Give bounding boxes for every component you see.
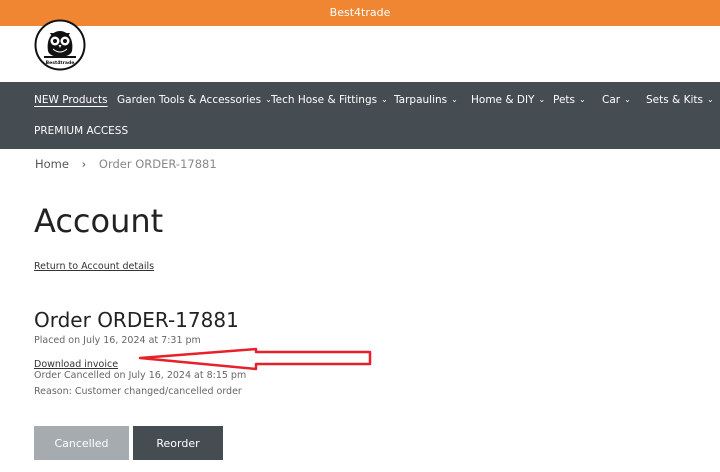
reorder-button[interactable]: Reorder bbox=[133, 426, 223, 460]
annotation-arrow bbox=[138, 347, 372, 371]
cancelled-button[interactable]: Cancelled bbox=[34, 426, 129, 460]
